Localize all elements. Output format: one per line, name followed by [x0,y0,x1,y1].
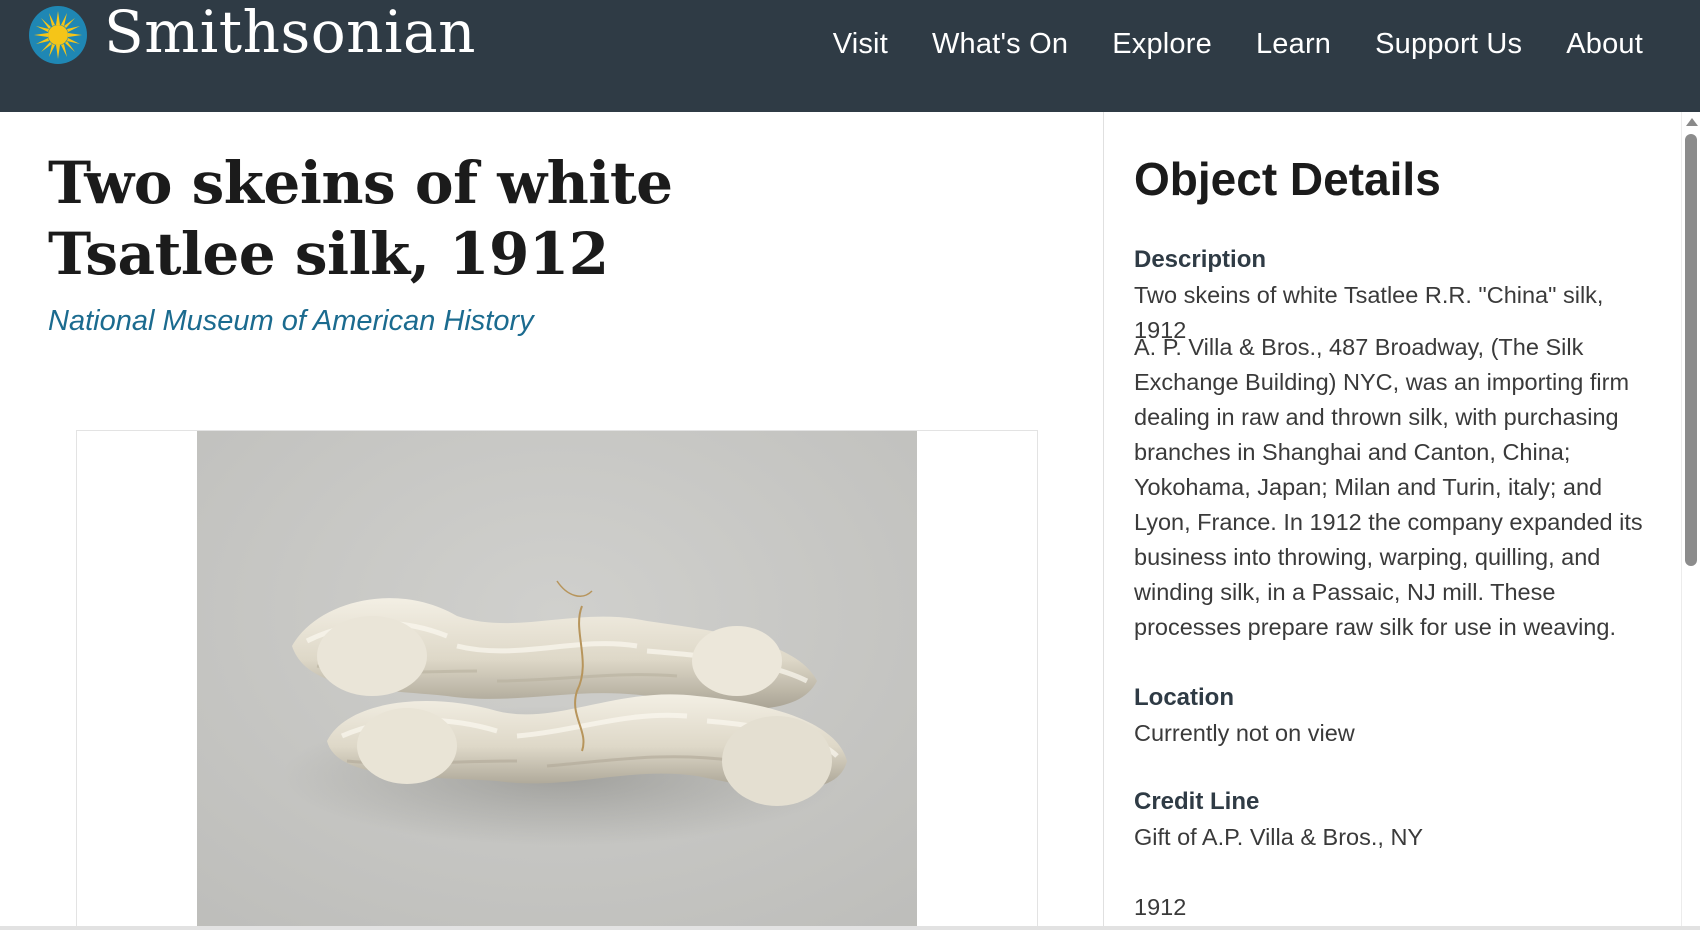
scroll-up-arrow-icon[interactable] [1686,118,1698,126]
brand-name: Smithsonian [104,0,476,66]
object-main: Two skeins of white Tsatlee silk, 1912 N… [0,112,1104,930]
object-photo[interactable] [197,431,917,930]
site-header: Smithsonian Visit What's On Explore Lear… [0,0,1700,112]
location-value: Currently not on view [1134,720,1355,746]
page-title: Two skeins of white Tsatlee silk, 1912 [48,149,673,288]
scroll-thumb[interactable] [1685,134,1697,566]
nav-visit[interactable]: Visit [833,28,888,61]
credit-line-value: Gift of A.P. Villa & Bros., NY [1134,824,1424,850]
description-label: Description [1134,246,1267,273]
date-value: 1912 [1134,894,1187,920]
museum-link[interactable]: National Museum of American History [48,305,534,338]
image-frame [76,430,1038,930]
details-scrollbar[interactable] [1681,112,1700,930]
smithsonian-sun-icon [29,6,87,64]
nav-whats-on[interactable]: What's On [932,28,1068,61]
description-long: A. P. Villa & Bros., 487 Broadway, (The … [1134,334,1643,640]
nav-about[interactable]: About [1566,28,1643,61]
silk-skeins-image [197,431,917,930]
bottom-divider [0,926,1700,930]
nav-explore[interactable]: Explore [1112,28,1212,61]
credit-line-label: Credit Line [1134,788,1260,815]
home-link[interactable]: Smithsonian [28,0,475,68]
main-nav: Visit What's On Explore Learn Support Us… [833,28,1643,61]
location-label: Location [1134,684,1234,711]
object-details-panel: Object Details Description Two skeins of… [1103,112,1681,930]
details-heading: Object Details [1134,153,1441,205]
nav-support-us[interactable]: Support Us [1375,28,1522,61]
nav-learn[interactable]: Learn [1256,28,1331,61]
